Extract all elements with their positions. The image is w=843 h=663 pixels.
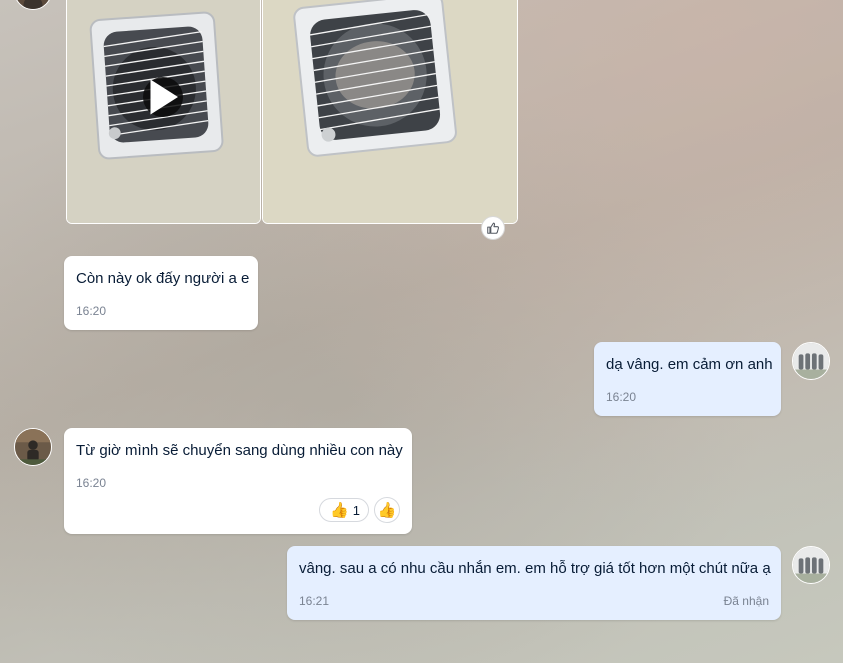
like-button[interactable]	[481, 216, 505, 240]
incoming-message-bubble[interactable]: Từ giờ mình sẽ chuyển sang dùng nhiều co…	[64, 428, 412, 534]
outgoing-message-bubble[interactable]: vâng. sau a có nhu cầu nhắn em. em hỗ tr…	[287, 546, 781, 620]
media-message	[66, 0, 518, 224]
reactions: 👍 1 👍	[319, 497, 400, 523]
self-avatar[interactable]	[792, 546, 830, 584]
reaction-count-pill[interactable]: 👍 1	[319, 498, 369, 522]
play-button[interactable]	[143, 77, 183, 117]
message-text: Còn này ok đấy người a e	[76, 270, 250, 287]
message-time: 16:21	[299, 594, 330, 608]
outgoing-message-bubble[interactable]: dạ vâng. em cảm ơn anh 16:20	[594, 342, 781, 416]
message-time: 16:20	[606, 390, 637, 404]
self-avatar[interactable]	[792, 342, 830, 380]
delivery-status: Đã nhận	[723, 594, 769, 608]
contact-avatar[interactable]	[14, 0, 52, 10]
thumbs-up-icon: 👍	[330, 501, 349, 519]
photo-thumbnail[interactable]	[262, 0, 518, 224]
message-text: dạ vâng. em cảm ơn anh	[606, 356, 773, 373]
message-time: 16:20	[76, 476, 107, 490]
message-text: Từ giờ mình sẽ chuyển sang dùng nhiều co…	[76, 442, 403, 459]
contact-avatar[interactable]	[14, 428, 52, 466]
message-time: 16:20	[76, 304, 107, 318]
incoming-message-bubble[interactable]: Còn này ok đấy người a e 16:20	[64, 256, 258, 330]
video-thumbnail[interactable]	[66, 0, 261, 224]
message-text: vâng. sau a có nhu cầu nhắn em. em hỗ tr…	[299, 560, 771, 577]
thumbs-up-icon	[487, 222, 500, 234]
play-icon	[150, 79, 178, 115]
add-reaction-button[interactable]: 👍	[374, 497, 400, 523]
thumbs-up-icon: 👍	[377, 501, 397, 519]
reaction-count: 1	[352, 502, 360, 518]
